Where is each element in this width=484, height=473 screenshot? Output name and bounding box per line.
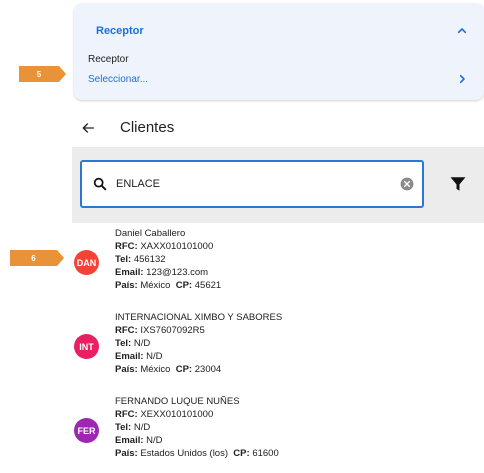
client-info: FERNANDO LUQUE NUÑES RFC: XEXX010101000 … (115, 395, 279, 460)
search-icon (93, 177, 107, 191)
rfc-label: RFC: (115, 325, 138, 336)
client-email: 123@123.com (146, 267, 209, 278)
client-cp: 23004 (194, 364, 222, 375)
client-cp: 45621 (194, 280, 222, 291)
client-name: INTERNACIONAL XIMBO Y SABORES (115, 312, 283, 323)
page-title: Clientes (120, 119, 175, 136)
step-marker-5-tip (59, 66, 66, 82)
back-arrow-icon[interactable] (80, 120, 96, 136)
chevron-up-icon[interactable] (454, 23, 470, 39)
step-marker-6: 6 (10, 250, 64, 266)
client-rfc: IXS7607092R5 (140, 325, 205, 336)
client-rfc: XEXX010101000 (140, 409, 214, 420)
client-list-item[interactable]: INT INTERNACIONAL XIMBO Y SABORES RFC: I… (74, 311, 484, 381)
client-info: INTERNACIONAL XIMBO Y SABORES RFC: IXS76… (115, 311, 282, 376)
tel-label: Tel: (115, 338, 132, 349)
client-cp: 61600 (252, 448, 279, 459)
pais-label: País: (115, 448, 138, 459)
pais-label: País: (115, 280, 138, 291)
client-pais: México (140, 364, 171, 375)
client-email: N/D (146, 435, 163, 446)
receptor-card: Receptor Receptor Seleccionar... (74, 3, 484, 100)
search-box[interactable] (80, 160, 424, 208)
client-pais: México (140, 280, 171, 291)
client-tel: N/D (133, 422, 151, 433)
client-rfc: XAXX010101000 (140, 241, 214, 252)
client-tel: N/D (133, 338, 151, 349)
pais-label: País: (115, 364, 138, 375)
client-email: N/D (146, 351, 163, 362)
step-marker-6-tip (57, 250, 64, 266)
client-avatar: INT (74, 334, 99, 359)
email-label: Email: (115, 351, 144, 362)
client-avatar: DAN (74, 250, 99, 275)
client-info: Daniel Caballero RFC: XAXX010101000 Tel:… (115, 227, 221, 292)
receptor-select[interactable]: Seleccionar... (88, 74, 148, 85)
chevron-right-icon[interactable] (454, 71, 470, 87)
rfc-label: RFC: (115, 409, 138, 420)
tel-label: Tel: (115, 422, 132, 433)
step-marker-5-label: 5 (36, 69, 42, 79)
step-marker-5: 5 (19, 66, 66, 82)
cp-label: CP: (175, 364, 193, 375)
client-pais: Estados Unidos (los) (140, 448, 229, 459)
step-marker-6-label: 6 (31, 253, 36, 263)
receptor-label: Receptor (88, 54, 129, 65)
search-input[interactable] (116, 174, 386, 194)
email-label: Email: (115, 435, 144, 446)
cp-label: CP: (175, 280, 193, 291)
receptor-header[interactable]: Receptor (96, 25, 144, 37)
client-list-item[interactable]: DAN Daniel Caballero RFC: XAXX010101000 … (74, 227, 484, 297)
rfc-label: RFC: (115, 241, 138, 252)
email-label: Email: (115, 267, 144, 278)
clear-icon[interactable] (400, 177, 414, 191)
client-tel: 456132 (133, 254, 166, 265)
client-name: FERNANDO LUQUE NUÑES (115, 396, 240, 407)
cp-label: CP: (233, 448, 250, 459)
tel-label: Tel: (115, 254, 132, 265)
client-name: Daniel Caballero (115, 228, 186, 239)
client-list-item[interactable]: FER FERNANDO LUQUE NUÑES RFC: XEXX010101… (74, 395, 484, 465)
filter-icon[interactable] (449, 175, 467, 193)
client-avatar: FER (74, 418, 99, 443)
